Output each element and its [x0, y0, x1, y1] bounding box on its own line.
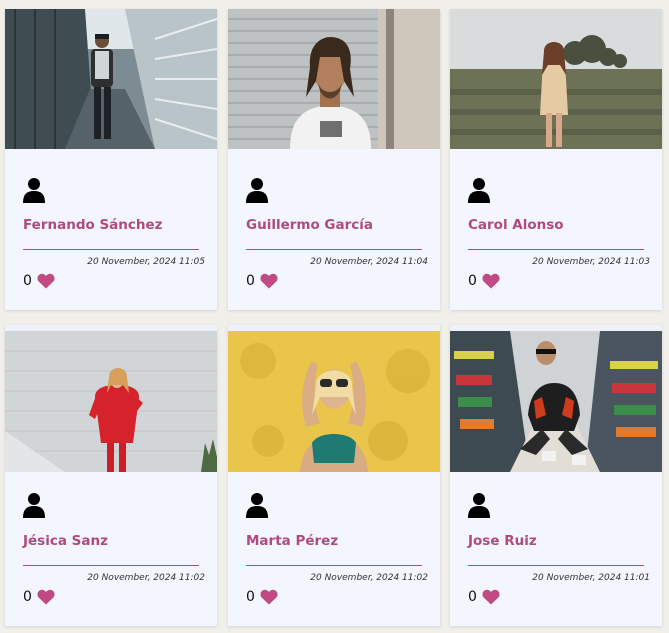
like-button[interactable]: 0: [468, 589, 500, 605]
post-photo[interactable]: [228, 9, 440, 149]
heart-icon[interactable]: [37, 589, 55, 605]
post-card[interactable]: Guillermo García 20 November, 2024 11:04…: [228, 9, 440, 310]
like-count: 0: [468, 589, 477, 605]
like-button[interactable]: 0: [246, 273, 278, 289]
heart-icon[interactable]: [482, 589, 500, 605]
author-name[interactable]: Marta Pérez: [246, 533, 424, 549]
user-icon: [468, 178, 490, 203]
divider: [246, 249, 422, 250]
like-button[interactable]: 0: [246, 589, 278, 605]
post-card[interactable]: Fernando Sánchez 20 November, 2024 11:05…: [5, 9, 217, 310]
heart-icon[interactable]: [37, 273, 55, 289]
user-icon: [468, 493, 490, 518]
post-date: 20 November, 2024 11:01: [532, 573, 650, 583]
like-count: 0: [246, 589, 255, 605]
like-count: 0: [468, 273, 477, 289]
post-photo[interactable]: [5, 331, 217, 472]
author-name[interactable]: Fernando Sánchez: [23, 217, 201, 233]
divider: [23, 249, 199, 250]
like-button[interactable]: 0: [23, 273, 55, 289]
post-date: 20 November, 2024 11:02: [310, 573, 428, 583]
user-icon: [23, 493, 45, 518]
posts-grid: Fernando Sánchez 20 November, 2024 11:05…: [0, 0, 669, 633]
heart-icon[interactable]: [260, 589, 278, 605]
like-count: 0: [246, 273, 255, 289]
post-card[interactable]: Carol Alonso 20 November, 2024 11:03 0: [450, 9, 662, 310]
post-card[interactable]: Jésica Sanz 20 November, 2024 11:02 0: [5, 325, 217, 626]
heart-icon[interactable]: [260, 273, 278, 289]
like-button[interactable]: 0: [468, 273, 500, 289]
like-count: 0: [23, 273, 32, 289]
post-photo[interactable]: [5, 9, 217, 149]
heart-icon[interactable]: [482, 273, 500, 289]
author-name[interactable]: Guillermo García: [246, 217, 424, 233]
post-date: 20 November, 2024 11:02: [87, 573, 205, 583]
post-photo[interactable]: [228, 331, 440, 472]
user-icon: [23, 178, 45, 203]
user-icon: [246, 178, 268, 203]
user-icon: [246, 493, 268, 518]
post-photo[interactable]: [450, 9, 662, 149]
author-name[interactable]: Carol Alonso: [468, 217, 646, 233]
divider: [23, 565, 199, 566]
author-name[interactable]: Jésica Sanz: [23, 533, 201, 549]
post-card[interactable]: Jose Ruiz 20 November, 2024 11:01 0: [450, 325, 662, 626]
divider: [246, 565, 422, 566]
like-button[interactable]: 0: [23, 589, 55, 605]
post-photo[interactable]: [450, 331, 662, 472]
author-name[interactable]: Jose Ruiz: [468, 533, 646, 549]
divider: [468, 565, 644, 566]
post-date: 20 November, 2024 11:04: [310, 257, 428, 267]
divider: [468, 249, 644, 250]
like-count: 0: [23, 589, 32, 605]
post-date: 20 November, 2024 11:05: [87, 257, 205, 267]
post-card[interactable]: Marta Pérez 20 November, 2024 11:02 0: [228, 325, 440, 626]
post-date: 20 November, 2024 11:03: [532, 257, 650, 267]
